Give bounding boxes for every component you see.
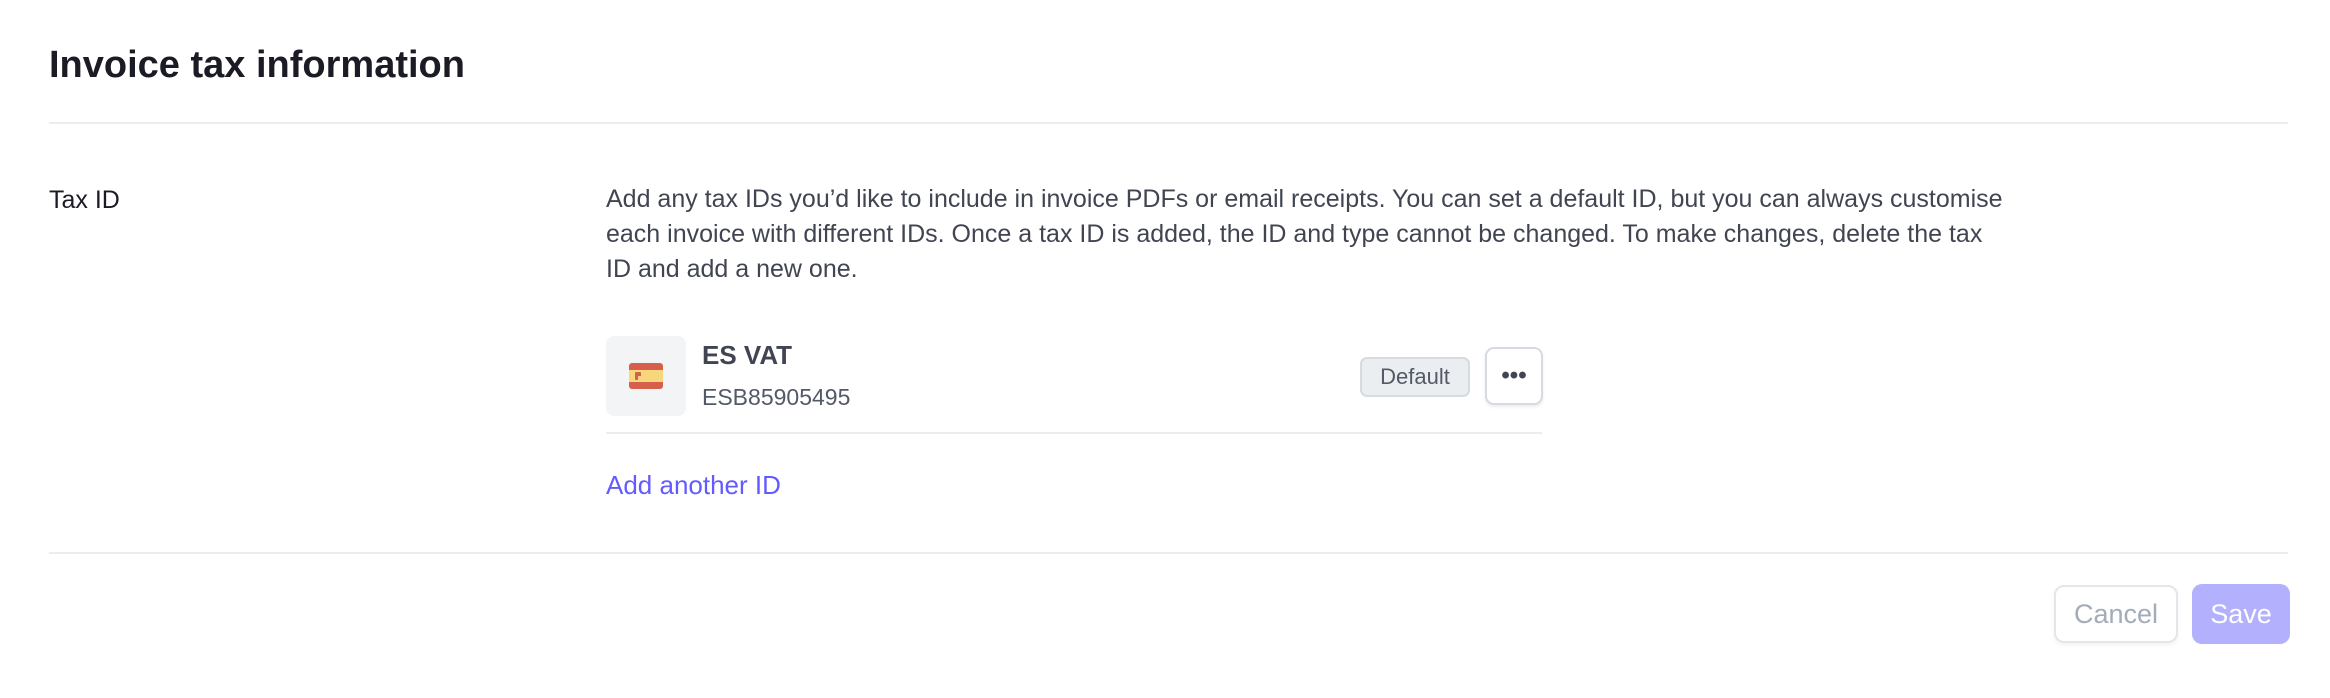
cancel-button[interactable]: Cancel [2054, 585, 2178, 643]
tax-id-label: Tax ID [49, 186, 120, 214]
more-options-button[interactable]: ••• [1485, 347, 1543, 405]
divider [49, 552, 2288, 554]
row-divider [606, 432, 1542, 434]
tax-id-type: ES VAT [702, 340, 793, 370]
spain-flag-icon [629, 363, 663, 389]
divider [49, 122, 2288, 124]
save-button[interactable]: Save [2192, 584, 2290, 644]
default-badge: Default [1360, 357, 1470, 397]
page-title: Invoice tax information [49, 44, 465, 86]
add-another-id-link[interactable]: Add another ID [606, 470, 781, 501]
tax-id-value: ESB85905495 [702, 384, 851, 410]
tax-id-description: Add any tax IDs you’d like to include in… [606, 185, 2003, 283]
ellipsis-icon: ••• [1501, 362, 1527, 389]
flag-container [606, 336, 686, 416]
